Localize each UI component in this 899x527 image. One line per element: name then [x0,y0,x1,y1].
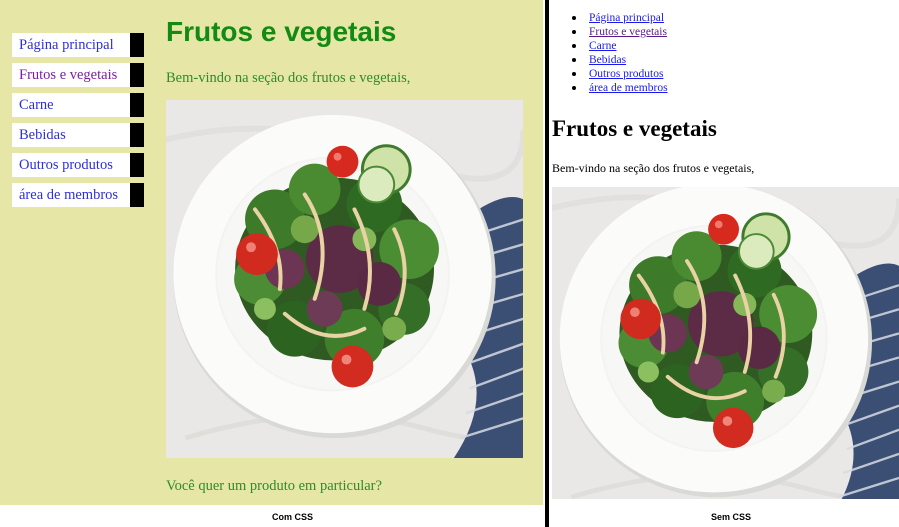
unstyled-welcome-text: Bem-vindo na seção dos frutos e vegetais… [552,161,755,175]
styled-nav-item-other-products[interactable]: Outros produtos [12,153,144,177]
unstyled-nav-list-item: Frutos e vegetais [572,25,668,39]
unstyled-page-panel: Página principal Frutos e vegetais Carne… [549,0,899,527]
unstyled-nav-list: Página principal Frutos e vegetais Carne… [572,11,668,95]
unstyled-nav-link-meat[interactable]: Carne [589,40,616,52]
unstyled-salad-photo [552,187,899,499]
styled-question-text: Você quer um produto em particular? [166,478,382,494]
unstyled-nav-list-item: Carne [572,39,668,53]
caption-with-css: Com CSS [272,512,314,522]
styled-welcome-text: Bem-vindo na seção dos frutos e vegetais… [166,70,411,86]
styled-nav-item-meat[interactable]: Carne [12,93,144,117]
unstyled-nav-link-other-products[interactable]: Outros produtos [589,68,663,80]
unstyled-nav-link-home[interactable]: Página principal [589,12,664,24]
styled-page-panel: Página principal Frutos e vegetais Carne… [0,0,543,505]
styled-page-title: Frutos e vegetais [166,16,397,47]
caption-without-css: Sem CSS [711,512,752,522]
unstyled-nav-list-item: área de membros [572,81,668,95]
styled-nav-item-fruits-vegetables[interactable]: Frutos e vegetais [12,63,144,87]
styled-nav-item-drinks[interactable]: Bebidas [12,123,144,147]
unstyled-nav-link-drinks[interactable]: Bebidas [589,54,626,66]
styled-salad-photo [166,100,523,458]
unstyled-page-title: Frutos e vegetais [552,116,717,141]
unstyled-nav-link-members-area[interactable]: área de membros [589,82,668,94]
unstyled-nav-list-item: Outros produtos [572,67,668,81]
styled-nav-item-home[interactable]: Página principal [12,33,144,57]
styled-nav-menu: Página principal Frutos e vegetais Carne… [12,33,144,213]
unstyled-nav-list-item: Página principal [572,11,668,25]
styled-nav-item-members-area[interactable]: área de membros [12,183,144,207]
unstyled-nav-list-item: Bebidas [572,53,668,67]
unstyled-nav-link-fruits-vegetables[interactable]: Frutos e vegetais [589,26,667,38]
